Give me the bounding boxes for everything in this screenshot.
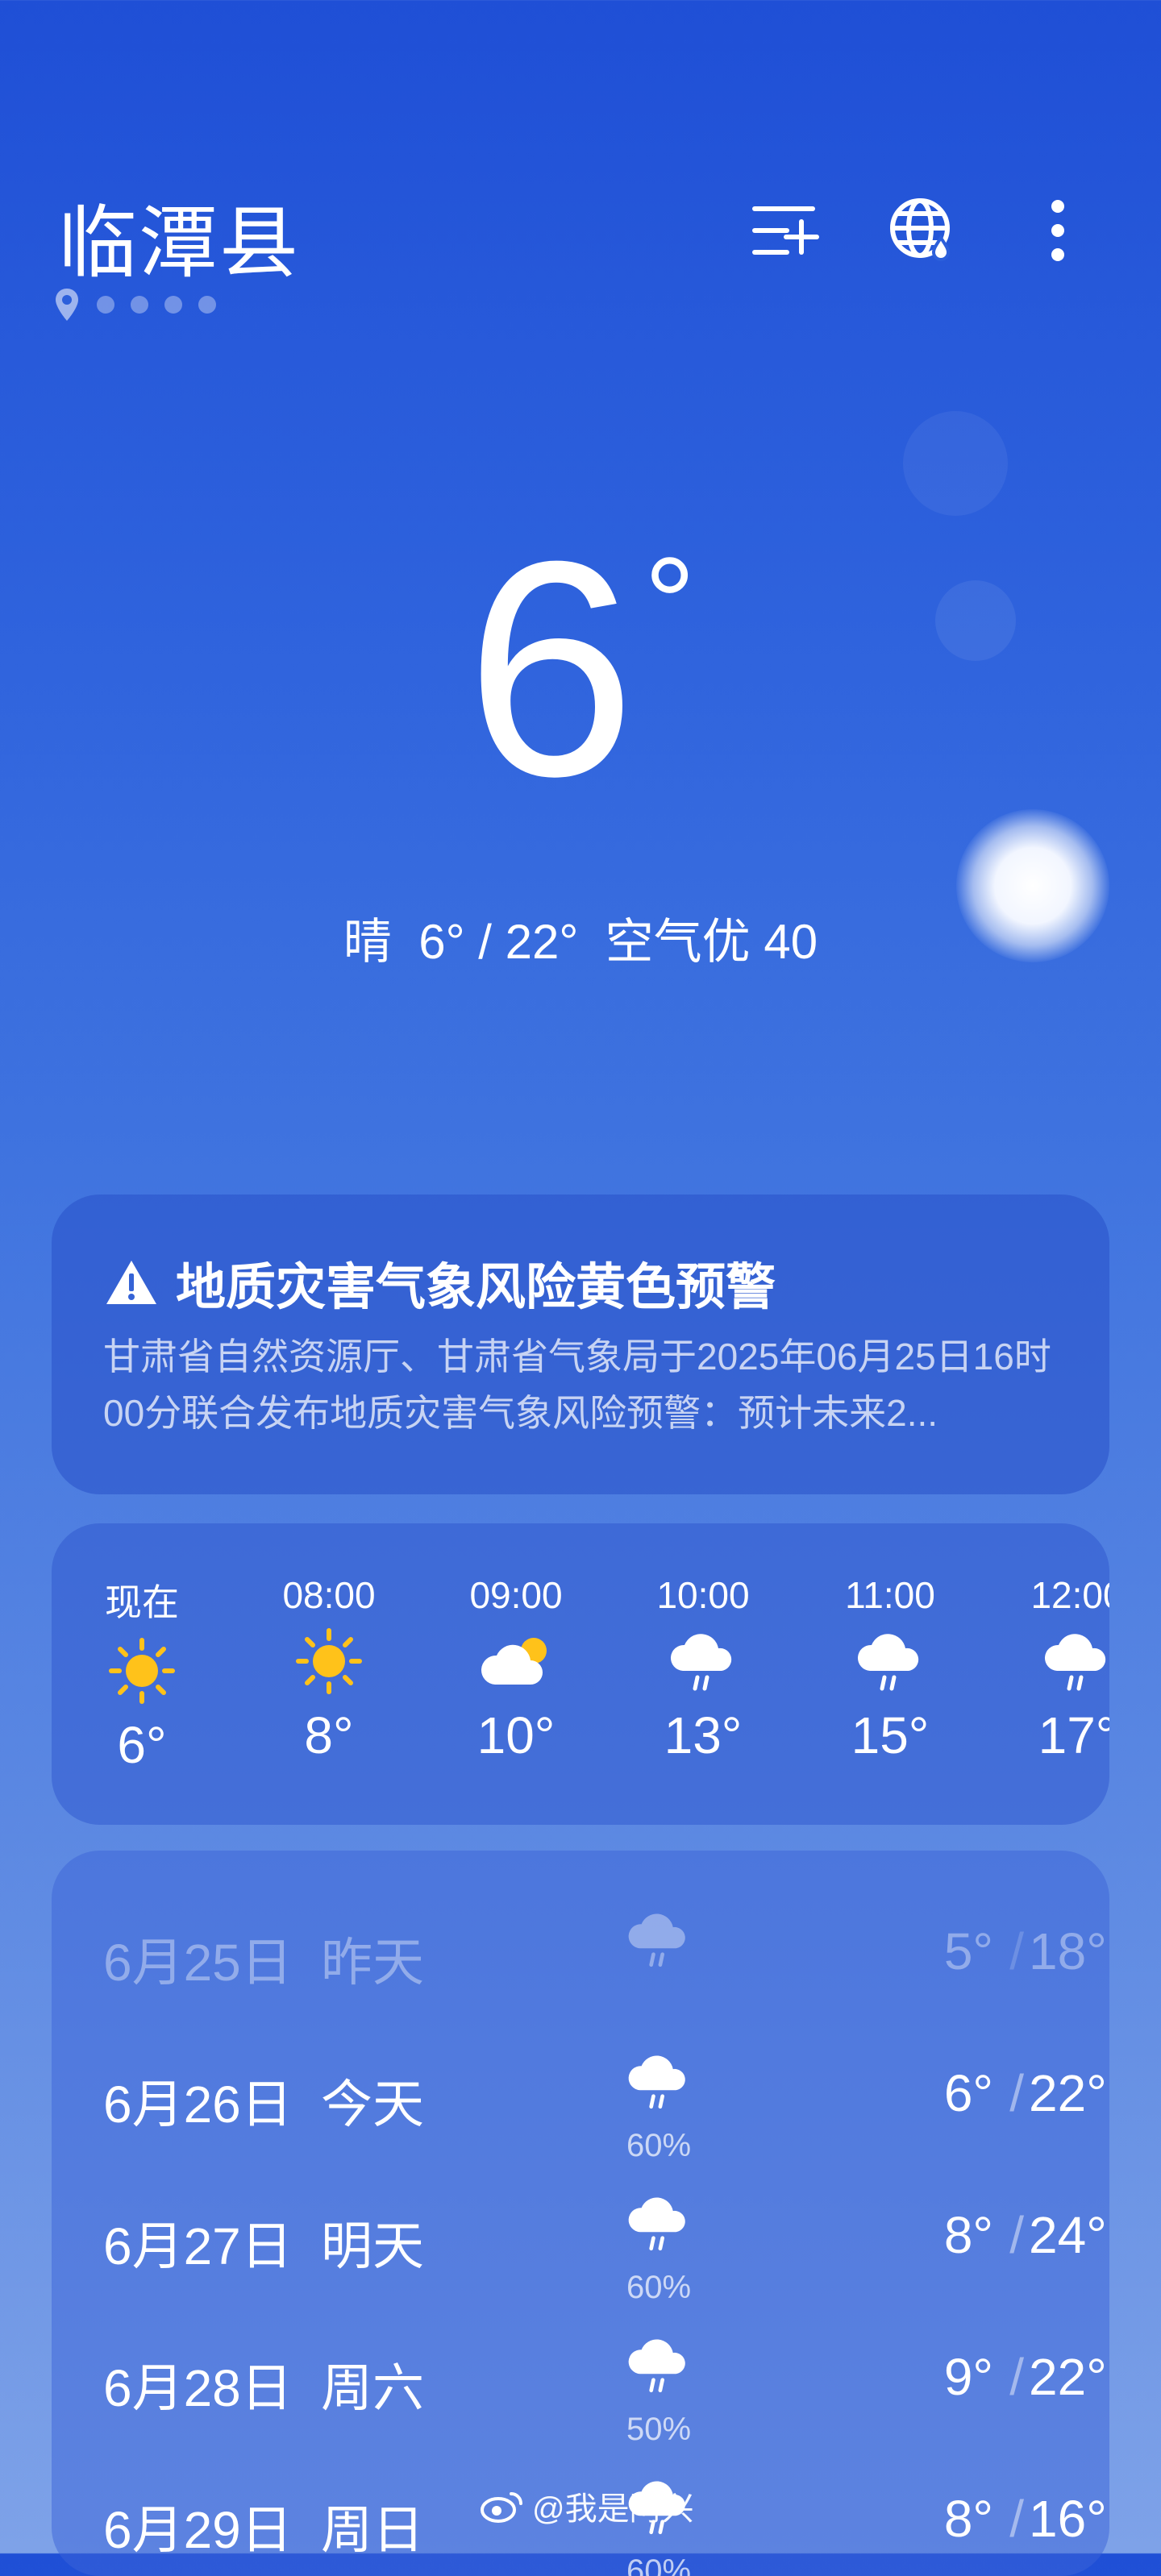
hour-temp: 17° — [1038, 1706, 1109, 1764]
hourly-forecast-card[interactable]: 现在 6° 08:00 8° 09:00 10° 10:00 13° 11:00… — [52, 1523, 1109, 1825]
low-temp: 8° — [943, 2206, 993, 2264]
temp-separator: / — [1009, 2490, 1024, 2548]
globe-button[interactable] — [882, 190, 963, 271]
high-temp: 22° — [1029, 2348, 1107, 2406]
daily-row-saturday[interactable]: 6月28日 周六 50% 9° / 22° — [52, 2325, 1109, 2447]
hour-temp: 15° — [851, 1706, 930, 1764]
hourly-item[interactable]: 现在 6° — [61, 1573, 223, 1775]
hourly-item[interactable]: 08:00 8° — [248, 1573, 410, 1765]
hour-temp: 6° — [117, 1716, 167, 1774]
current-temperature: 6° — [0, 516, 1161, 822]
partly-cloudy-icon — [481, 1638, 547, 1685]
alert-title: 地质灾害气象风险黄色预警 — [105, 1246, 776, 1319]
weibo-icon — [481, 2492, 522, 2523]
precip-chance: 60% — [626, 2270, 692, 2305]
high-temp: 16° — [1029, 2490, 1107, 2548]
daily-row-yesterday[interactable]: 6月25日 昨天 5° / 18° — [52, 1899, 1109, 2020]
rain-icon — [857, 1634, 919, 1691]
day-date: 6月28日 — [103, 2359, 293, 2417]
rain-icon — [670, 1634, 732, 1691]
day-label: 周日 — [321, 2501, 424, 2559]
low-temp: 8° — [943, 2490, 993, 2548]
add-city-button[interactable] — [745, 190, 826, 271]
day-date: 6月25日 — [103, 1934, 293, 1992]
hourly-item[interactable]: 11:00 15° — [809, 1573, 971, 1765]
page-dot[interactable] — [164, 296, 182, 314]
temp-separator: / — [1009, 1922, 1024, 1980]
page-dot[interactable] — [131, 296, 148, 314]
sun-icon — [296, 1628, 362, 1694]
watermark: @我是阿兴 — [481, 2483, 694, 2529]
low-temp: 9° — [943, 2348, 993, 2406]
day-date: 6月26日 — [103, 2075, 293, 2134]
hour-time: 现在 — [105, 1581, 179, 1623]
day-label: 周六 — [321, 2359, 424, 2417]
daily-row-tomorrow[interactable]: 6月27日 明天 60% 8° / 24° — [52, 2183, 1109, 2305]
rain-icon — [628, 2055, 685, 2109]
day-label: 昨天 — [321, 1934, 424, 1992]
page-dot[interactable] — [97, 296, 114, 314]
warning-icon — [106, 1261, 156, 1304]
alert-body: 甘肃省自然资源厅、甘肃省气象局于2025年06月25日16时00分联合发布地质灾… — [103, 1336, 1051, 1434]
add-city-icon — [752, 206, 819, 255]
page-dot[interactable] — [198, 296, 216, 314]
precip-chance: 50% — [626, 2412, 692, 2447]
globe-icon — [890, 198, 951, 261]
degree-symbol: ° — [643, 530, 696, 675]
weather-alert-card[interactable]: 地质灾害气象风险黄色预警 甘肃省自然资源厅、甘肃省气象局于2025年06月25日… — [52, 1195, 1109, 1494]
day-label: 明天 — [321, 2217, 424, 2275]
hourly-item[interactable]: 09:00 10° — [435, 1573, 597, 1765]
page-indicator — [53, 287, 216, 322]
alert-title-text: 地质灾害气象风险黄色预警 — [176, 1260, 776, 1315]
high-temp: 24° — [1029, 2206, 1107, 2264]
city-name[interactable]: 临潭县 — [58, 179, 300, 293]
rain-icon — [628, 1913, 685, 1967]
hour-temp: 8° — [304, 1706, 354, 1764]
low-temp: 6° — [943, 2064, 993, 2122]
rain-icon — [628, 2197, 685, 2251]
day-date: 6月27日 — [103, 2217, 293, 2275]
hour-time: 11:00 — [845, 1574, 935, 1616]
day-date: 6月29日 — [103, 2501, 293, 2559]
rain-icon — [1044, 1634, 1106, 1691]
daily-row-today[interactable]: 6月26日 今天 60% 6° / 22° — [52, 2041, 1109, 2163]
hourly-item[interactable]: 10:00 13° — [622, 1573, 784, 1765]
hour-time: 10:00 — [656, 1574, 750, 1616]
hour-time: 09:00 — [469, 1574, 563, 1616]
hour-time: 08:00 — [282, 1574, 376, 1616]
watermark-text: @我是阿兴 — [532, 2491, 694, 2527]
more-button[interactable] — [1017, 190, 1098, 271]
rain-icon — [628, 2339, 685, 2393]
location-pin-icon — [53, 287, 81, 322]
current-temp-value: 6 — [465, 497, 636, 840]
temp-separator: / — [1009, 2348, 1024, 2406]
precip-chance: 60% — [626, 2553, 692, 2576]
hour-temp: 13° — [664, 1706, 743, 1764]
decor-orb — [903, 411, 1008, 516]
low-temp: 5° — [943, 1922, 993, 1980]
sun-icon — [109, 1638, 175, 1704]
precip-chance: 60% — [626, 2128, 692, 2163]
day-label: 今天 — [321, 2075, 424, 2134]
hourly-item[interactable]: 12:00 17° — [997, 1573, 1109, 1765]
current-summary[interactable]: 晴 6° / 22° 空气优 40 — [0, 903, 1161, 973]
temp-separator: / — [1009, 2206, 1024, 2264]
hour-time: 12:00 — [1030, 1574, 1109, 1616]
more-icon — [1051, 200, 1064, 261]
hour-temp: 10° — [476, 1706, 556, 1764]
daily-forecast-card[interactable]: 6月25日 昨天 5° / 18° 6月26日 今天 60% 6° / 22° … — [52, 1851, 1109, 2576]
high-temp: 22° — [1029, 2064, 1107, 2122]
high-temp: 18° — [1029, 1922, 1107, 1980]
temp-separator: / — [1009, 2064, 1024, 2122]
